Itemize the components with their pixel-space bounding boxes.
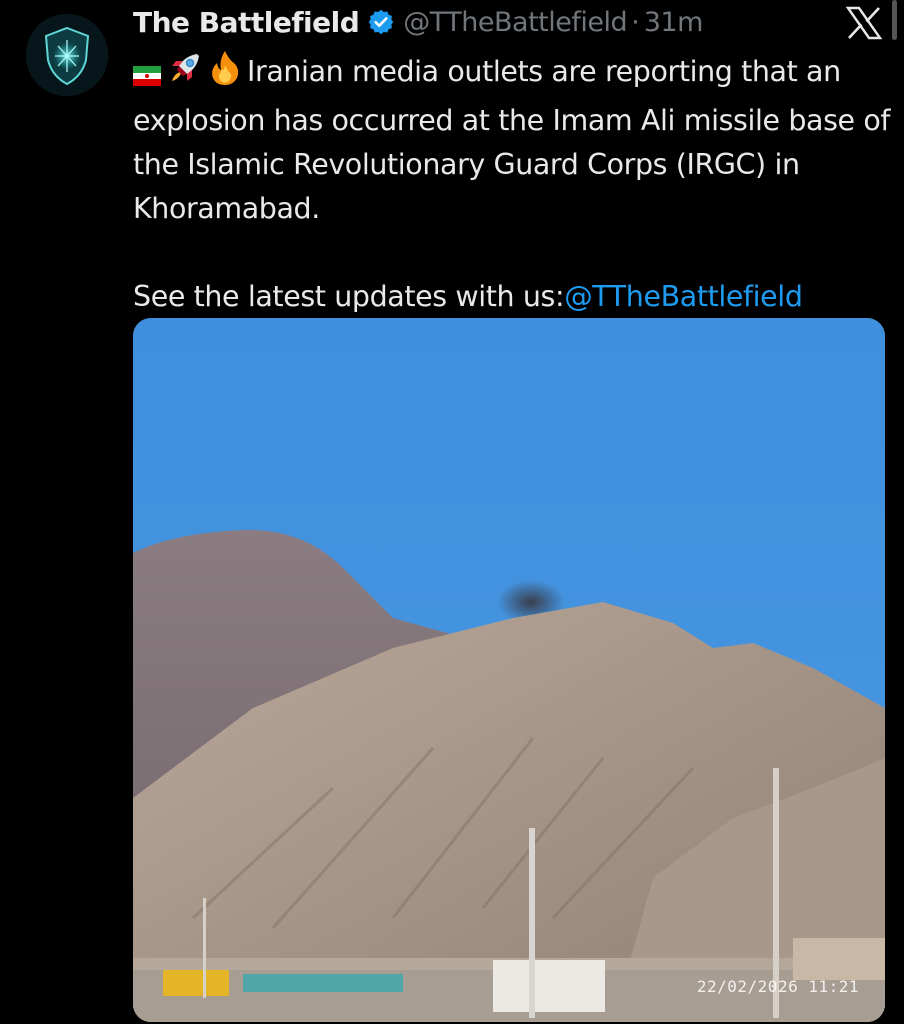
tweet-paragraph-2: See the latest updates with us:@TTheBatt… xyxy=(133,275,893,319)
tweet-body: Iranian media outlets are reporting that… xyxy=(133,55,890,225)
mountain-photo xyxy=(133,318,885,1022)
rocket-icon xyxy=(167,50,203,99)
shield-logo-icon xyxy=(26,14,108,96)
photo-timestamp: 22/02/2026 11:21 xyxy=(696,977,859,996)
cta-mention-link[interactable]: @TTheBattlefield xyxy=(564,280,803,313)
tweet-timestamp[interactable]: 31m xyxy=(644,7,704,38)
tweet-header: The Battlefield @TTheBattlefield · 31m xyxy=(133,2,703,42)
tweet-paragraph-1: Iranian media outlets are reporting that… xyxy=(133,50,893,231)
iran-flag-icon xyxy=(133,55,161,99)
verified-badge-icon xyxy=(367,8,395,36)
avatar[interactable] xyxy=(26,14,108,96)
tweet-text: Iranian media outlets are reporting that… xyxy=(133,50,893,319)
tweet-media-photo[interactable]: 22/02/2026 11:21 xyxy=(133,318,885,1022)
separator-dot: · xyxy=(631,6,640,38)
cta-text: See the latest updates with us: xyxy=(133,280,565,313)
author-name[interactable]: The Battlefield xyxy=(133,6,360,39)
author-handle[interactable]: @TTheBattlefield xyxy=(403,7,627,38)
fire-icon xyxy=(209,50,241,99)
x-logo-icon[interactable] xyxy=(845,6,883,40)
scrollbar[interactable] xyxy=(892,0,897,40)
